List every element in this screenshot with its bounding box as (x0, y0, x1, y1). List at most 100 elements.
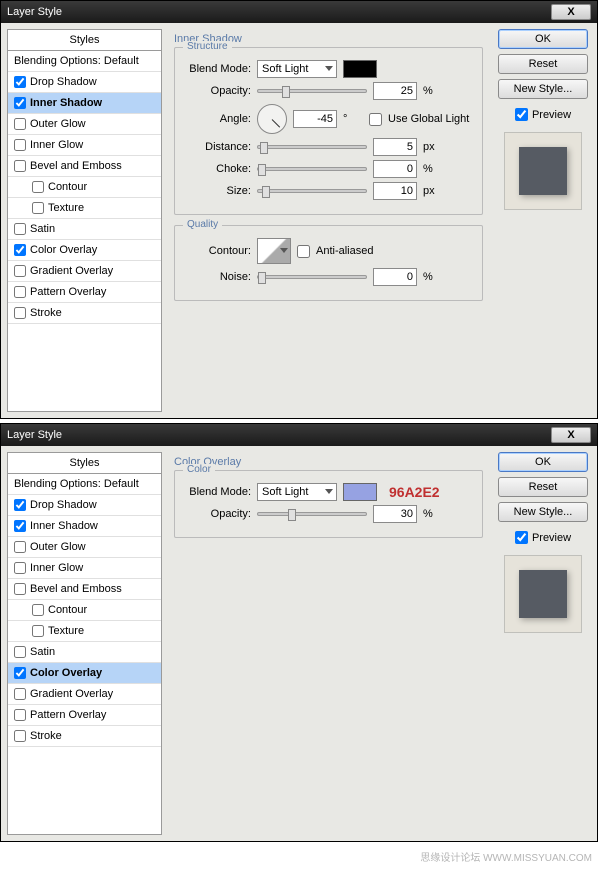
style-label: Pattern Overlay (30, 286, 106, 298)
distance-slider[interactable] (257, 145, 367, 149)
close-button[interactable]: X (551, 4, 591, 20)
style-checkbox[interactable] (14, 499, 26, 511)
styles-header[interactable]: Styles (8, 453, 161, 474)
blend-mode-select[interactable]: Soft Light (257, 483, 337, 501)
style-checkbox[interactable] (32, 202, 44, 214)
style-checkbox[interactable] (32, 625, 44, 637)
angle-label: Angle: (185, 113, 251, 125)
style-checkbox[interactable] (32, 181, 44, 193)
style-color-overlay[interactable]: Color Overlay (8, 240, 161, 261)
style-checkbox[interactable] (14, 709, 26, 721)
style-texture[interactable]: Texture (8, 198, 161, 219)
style-label: Inner Glow (30, 562, 83, 574)
style-contour[interactable]: Contour (8, 600, 161, 621)
style-drop-shadow[interactable]: Drop Shadow (8, 72, 161, 93)
style-checkbox[interactable] (14, 667, 26, 679)
style-bevel-emboss[interactable]: Bevel and Emboss (8, 579, 161, 600)
size-unit: px (423, 185, 443, 197)
style-checkbox[interactable] (14, 307, 26, 319)
style-checkbox[interactable] (14, 139, 26, 151)
style-inner-glow[interactable]: Inner Glow (8, 135, 161, 156)
reset-button[interactable]: Reset (498, 54, 588, 74)
contour-picker[interactable] (257, 238, 291, 264)
style-checkbox[interactable] (14, 160, 26, 172)
style-drop-shadow[interactable]: Drop Shadow (8, 495, 161, 516)
style-label: Gradient Overlay (30, 265, 113, 277)
style-label: Satin (30, 223, 55, 235)
opacity-input[interactable] (373, 82, 417, 100)
style-texture[interactable]: Texture (8, 621, 161, 642)
new-style-button[interactable]: New Style... (498, 502, 588, 522)
ok-button[interactable]: OK (498, 29, 588, 49)
noise-slider[interactable] (257, 275, 367, 279)
preview-checkbox[interactable] (515, 108, 528, 121)
style-outer-glow[interactable]: Outer Glow (8, 537, 161, 558)
opacity-slider[interactable] (257, 89, 367, 93)
style-checkbox[interactable] (14, 223, 26, 235)
choke-slider[interactable] (257, 167, 367, 171)
opacity-input[interactable] (373, 505, 417, 523)
style-stroke[interactable]: Stroke (8, 303, 161, 324)
distance-input[interactable] (373, 138, 417, 156)
choke-label: Choke: (185, 163, 251, 175)
style-label: Texture (48, 202, 84, 214)
styles-header[interactable]: Styles (8, 30, 161, 51)
angle-input[interactable] (293, 110, 337, 128)
style-checkbox[interactable] (14, 265, 26, 277)
style-label: Inner Shadow (30, 97, 102, 109)
antialias-checkbox[interactable] (297, 245, 310, 258)
preview-checkbox[interactable] (515, 531, 528, 544)
style-checkbox[interactable] (14, 118, 26, 130)
style-contour[interactable]: Contour (8, 177, 161, 198)
style-inner-glow[interactable]: Inner Glow (8, 558, 161, 579)
overlay-color-swatch[interactable] (343, 483, 377, 501)
noise-unit: % (423, 271, 443, 283)
style-checkbox[interactable] (14, 646, 26, 658)
shadow-color-swatch[interactable] (343, 60, 377, 78)
blend-mode-select[interactable]: Soft Light (257, 60, 337, 78)
size-slider[interactable] (257, 189, 367, 193)
style-label: Stroke (30, 730, 62, 742)
size-input[interactable] (373, 182, 417, 200)
color-group: Color Blend Mode: Soft Light 96A2E2 Opac… (174, 470, 483, 538)
style-color-overlay[interactable]: Color Overlay (8, 663, 161, 684)
style-checkbox[interactable] (32, 604, 44, 616)
style-stroke[interactable]: Stroke (8, 726, 161, 747)
new-style-button[interactable]: New Style... (498, 79, 588, 99)
choke-input[interactable] (373, 160, 417, 178)
style-bevel-emboss[interactable]: Bevel and Emboss (8, 156, 161, 177)
style-gradient-overlay[interactable]: Gradient Overlay (8, 261, 161, 282)
global-light-checkbox[interactable] (369, 113, 382, 126)
style-checkbox[interactable] (14, 244, 26, 256)
style-checkbox[interactable] (14, 730, 26, 742)
styles-list: Styles Blending Options: Default Drop Sh… (7, 29, 162, 412)
style-label: Inner Shadow (30, 520, 98, 532)
style-inner-shadow[interactable]: Inner Shadow (8, 516, 161, 537)
style-satin[interactable]: Satin (8, 642, 161, 663)
blending-options-default[interactable]: Blending Options: Default (8, 51, 161, 72)
style-checkbox[interactable] (14, 583, 26, 595)
style-checkbox[interactable] (14, 541, 26, 553)
style-checkbox[interactable] (14, 562, 26, 574)
noise-input[interactable] (373, 268, 417, 286)
ok-button[interactable]: OK (498, 452, 588, 472)
opacity-slider[interactable] (257, 512, 367, 516)
style-satin[interactable]: Satin (8, 219, 161, 240)
style-checkbox[interactable] (14, 286, 26, 298)
angle-dial[interactable] (257, 104, 287, 134)
style-checkbox[interactable] (14, 688, 26, 700)
reset-button[interactable]: Reset (498, 477, 588, 497)
style-checkbox[interactable] (14, 520, 26, 532)
style-pattern-overlay[interactable]: Pattern Overlay (8, 282, 161, 303)
style-outer-glow[interactable]: Outer Glow (8, 114, 161, 135)
style-gradient-overlay[interactable]: Gradient Overlay (8, 684, 161, 705)
style-checkbox[interactable] (14, 76, 26, 88)
blending-options-default[interactable]: Blending Options: Default (8, 474, 161, 495)
style-inner-shadow[interactable]: Inner Shadow (8, 93, 161, 114)
close-button[interactable]: X (551, 427, 591, 443)
style-pattern-overlay[interactable]: Pattern Overlay (8, 705, 161, 726)
quality-legend: Quality (183, 219, 222, 230)
choke-unit: % (423, 163, 443, 175)
style-label: Pattern Overlay (30, 709, 106, 721)
style-checkbox[interactable] (14, 97, 26, 109)
